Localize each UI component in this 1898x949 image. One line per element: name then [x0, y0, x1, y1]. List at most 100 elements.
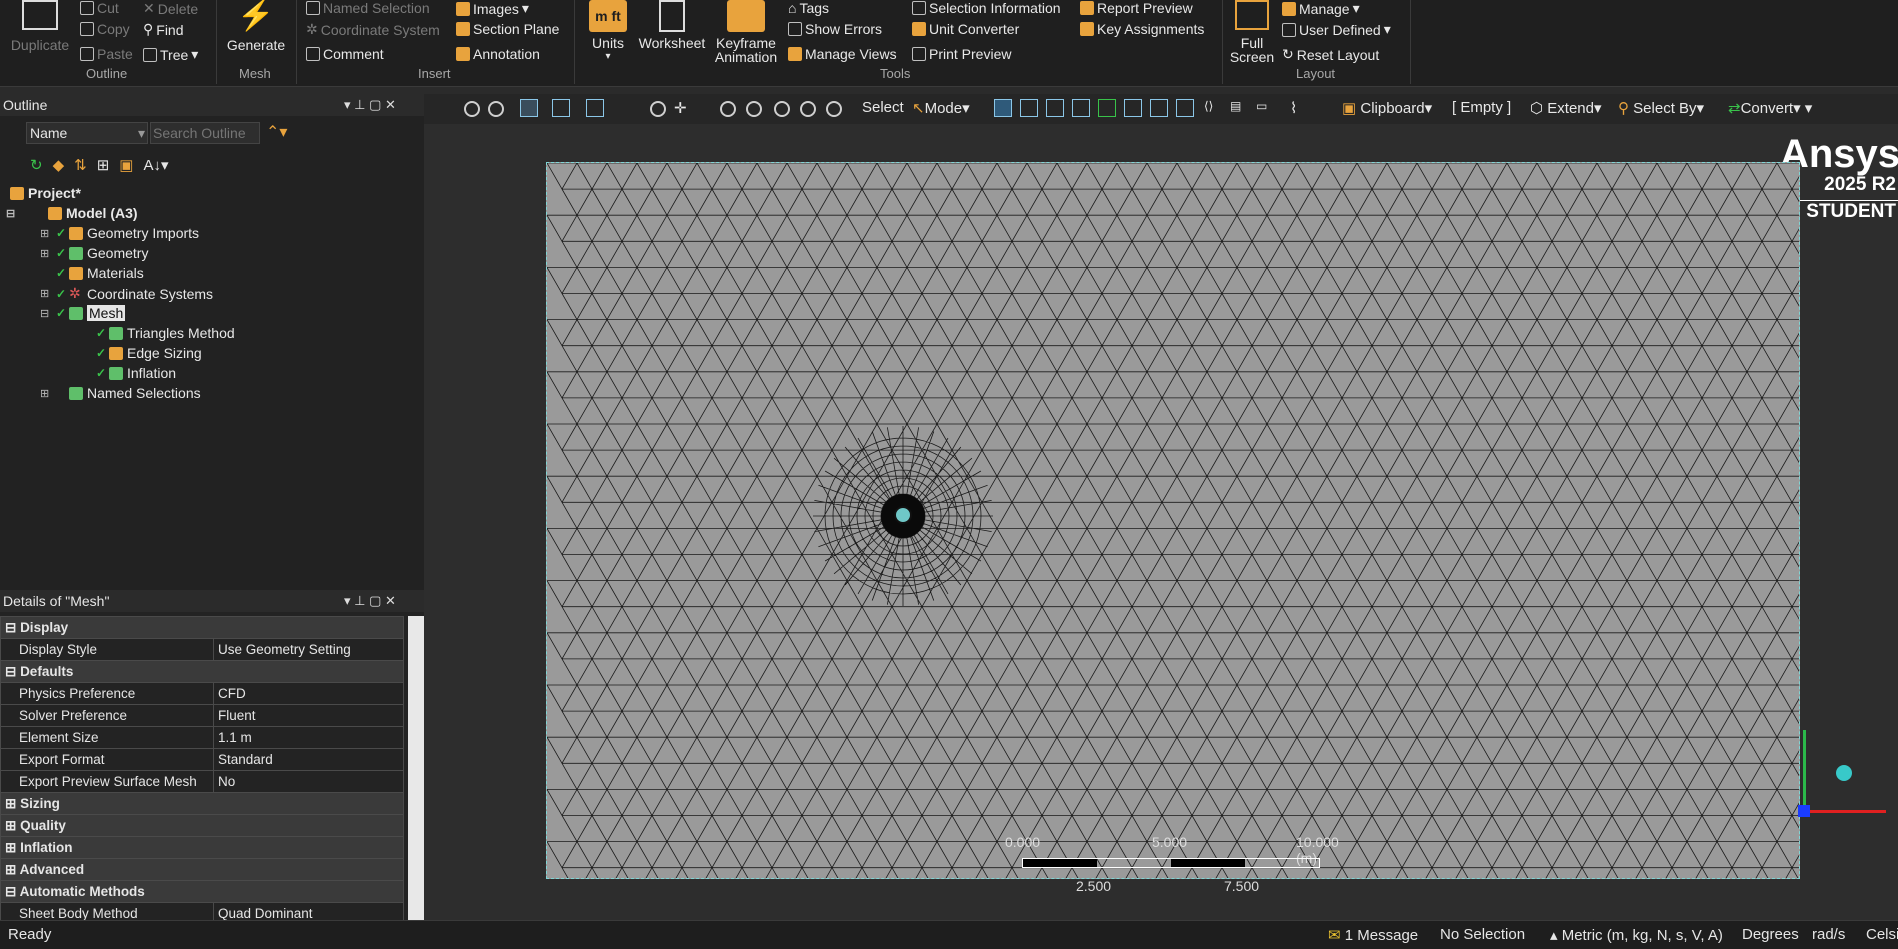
chevron-up-icon[interactable]: ⌃▾	[266, 122, 287, 142]
delete-button[interactable]: ✕ Delete	[143, 0, 198, 17]
zoom-in-icon[interactable]	[464, 101, 480, 117]
images-button[interactable]: Images ▾	[456, 0, 529, 17]
box-zoom-icon[interactable]	[746, 101, 762, 117]
expand-icon[interactable]: ⊞	[40, 287, 52, 300]
view-icon[interactable]	[586, 99, 604, 117]
tree-item-geometry[interactable]: ⊞ ✓ Geometry	[40, 245, 148, 261]
vertex-select-icon[interactable]	[1020, 99, 1038, 117]
rotate-icon[interactable]	[650, 101, 666, 117]
sort-icon[interactable]: ⇅	[74, 156, 87, 174]
details-row[interactable]: Solver Preference Fluent	[0, 704, 404, 727]
manage-button[interactable]: Manage ▾	[1282, 0, 1360, 17]
copy-button[interactable]: Copy	[80, 21, 130, 37]
tree-item-geometry-imports[interactable]: ⊞ ✓ Geometry Imports	[40, 225, 199, 241]
details-category[interactable]: ⊟ Automatic Methods	[0, 880, 404, 903]
zoom-icon[interactable]	[720, 101, 736, 117]
show-errors-button[interactable]: Show Errors	[788, 21, 882, 37]
units-button[interactable]: m ft Units ▾	[582, 0, 634, 64]
search-outline-input[interactable]	[150, 122, 260, 144]
tree-item-triangles-method[interactable]: ✓ Triangles Method	[96, 325, 235, 341]
mesh-display[interactable]	[546, 162, 1800, 879]
expand-icon[interactable]: ⊞	[5, 862, 20, 877]
rate-units[interactable]: rad/s	[1812, 926, 1845, 943]
zoom-out-icon[interactable]	[488, 101, 504, 117]
folder-icon[interactable]: ▣	[119, 156, 133, 174]
details-row[interactable]: Export Preview Surface Mesh No	[0, 770, 404, 793]
details-scrollbar[interactable]	[408, 616, 424, 920]
tree-item-model[interactable]: ⊟ Model (A3)	[6, 205, 138, 221]
paste-button[interactable]: Paste	[80, 46, 133, 62]
mode-button[interactable]: ↖Mode▾	[912, 99, 970, 117]
pin-icon[interactable]: ▾ ⊥ ▢ ✕	[344, 94, 396, 116]
expand-all-icon[interactable]: ⊞	[97, 156, 110, 174]
pin-icon[interactable]: ▾ ⊥ ▢ ✕	[344, 590, 396, 612]
edge-select-icon[interactable]	[1046, 99, 1064, 117]
expand-icon[interactable]: ⊞	[40, 227, 52, 240]
selection-information-button[interactable]: Selection Information	[912, 0, 1061, 16]
collapse-icon[interactable]: ⊟	[40, 307, 52, 320]
tree-item-inflation[interactable]: ✓ Inflation	[96, 365, 176, 381]
expand-icon[interactable]: ⊞	[5, 840, 20, 855]
magnifier-icon[interactable]	[800, 101, 816, 117]
find-button[interactable]: ⚲ Find	[143, 21, 184, 38]
sort-alpha-icon[interactable]: A↓▾	[143, 156, 168, 174]
expand-icon[interactable]: ⊟	[5, 620, 20, 635]
comment-button[interactable]: Comment	[306, 46, 384, 62]
details-category[interactable]: ⊞ Advanced	[0, 858, 404, 881]
graph-icon[interactable]: ⌇	[1290, 99, 1297, 117]
tree-item-project[interactable]: Project*	[10, 185, 81, 201]
node-select-icon[interactable]	[1124, 99, 1142, 117]
unit-system-button[interactable]: ▴ Metric (m, kg, N, s, V, A)	[1550, 926, 1723, 944]
convert-button[interactable]: ⇄Convert▾ ▾	[1728, 99, 1812, 117]
property-value[interactable]: 1.1 m	[213, 726, 404, 749]
tree-item-materials[interactable]: ✓ Materials	[56, 265, 144, 281]
details-row[interactable]: Display Style Use Geometry Setting	[0, 638, 404, 661]
property-value[interactable]: CFD	[213, 682, 404, 705]
print-preview-button[interactable]: Print Preview	[912, 46, 1011, 62]
element-select-icon[interactable]	[1176, 99, 1194, 117]
section-plane-button[interactable]: Section Plane	[456, 21, 559, 37]
comment-icon[interactable]: ▭	[1256, 99, 1267, 113]
generate-button[interactable]: ⚡ Generate	[222, 0, 290, 52]
pan-icon[interactable]: ✛	[674, 99, 687, 117]
annotation-icon[interactable]: ▤	[1230, 99, 1241, 113]
duplicate-button[interactable]: Duplicate	[8, 0, 72, 52]
key-assignments-button[interactable]: Key Assignments	[1080, 21, 1204, 37]
full-screen-button[interactable]: Full Screen	[1228, 0, 1276, 64]
annotation-button[interactable]: Annotation	[456, 46, 540, 62]
collapse-icon[interactable]: ⊟	[6, 207, 18, 220]
details-category[interactable]: ⊞ Sizing	[0, 792, 404, 815]
name-filter-select[interactable]: Name ▾	[26, 122, 148, 144]
property-value[interactable]: No	[213, 770, 404, 793]
expand-icon[interactable]: ⊞	[5, 796, 20, 811]
tree-item-mesh[interactable]: ⊟ ✓ Mesh	[40, 305, 126, 321]
property-value[interactable]: Standard	[213, 748, 404, 771]
property-value[interactable]: Use Geometry Setting	[213, 638, 404, 661]
tree-item-edge-sizing[interactable]: ✓ Edge Sizing	[96, 345, 202, 361]
keyframe-animation-button[interactable]: Keyframe Animation	[712, 0, 780, 64]
details-row[interactable]: Export Format Standard	[0, 748, 404, 771]
messages-button[interactable]: ✉ 1 Message	[1328, 926, 1418, 944]
worksheet-button[interactable]: Worksheet	[636, 0, 708, 50]
tree-item-named-selections[interactable]: ⊞ Named Selections	[40, 385, 201, 401]
report-preview-button[interactable]: Report Preview	[1080, 0, 1193, 16]
cut-button[interactable]: Cut	[80, 0, 119, 16]
label-icon[interactable]: ⟨⟩	[1204, 99, 1213, 113]
face-select-icon[interactable]	[1072, 99, 1090, 117]
clipboard-button[interactable]: ▣ Clipboard▾	[1342, 99, 1432, 117]
property-value[interactable]: Fluent	[213, 704, 404, 727]
shaded-icon[interactable]	[552, 99, 570, 117]
coordinate-system-button[interactable]: ✲ Coordinate System	[306, 21, 440, 38]
details-category[interactable]: ⊞ Quality	[0, 814, 404, 837]
unit-converter-button[interactable]: Unit Converter	[912, 21, 1019, 37]
details-row[interactable]: Element Size 1.1 m	[0, 726, 404, 749]
details-category[interactable]: ⊟ Defaults	[0, 660, 404, 683]
manage-views-button[interactable]: Manage Views	[788, 46, 897, 62]
extend-button[interactable]: ⬡ Extend▾	[1530, 99, 1602, 117]
refresh-icon[interactable]: ↻	[30, 156, 43, 174]
cube-icon[interactable]	[520, 99, 538, 117]
body-select-icon[interactable]	[1098, 99, 1116, 117]
details-category[interactable]: ⊟ Display	[0, 616, 404, 639]
point-select-icon[interactable]	[994, 99, 1012, 117]
reset-layout-button[interactable]: ↻ Reset Layout	[1282, 46, 1379, 63]
